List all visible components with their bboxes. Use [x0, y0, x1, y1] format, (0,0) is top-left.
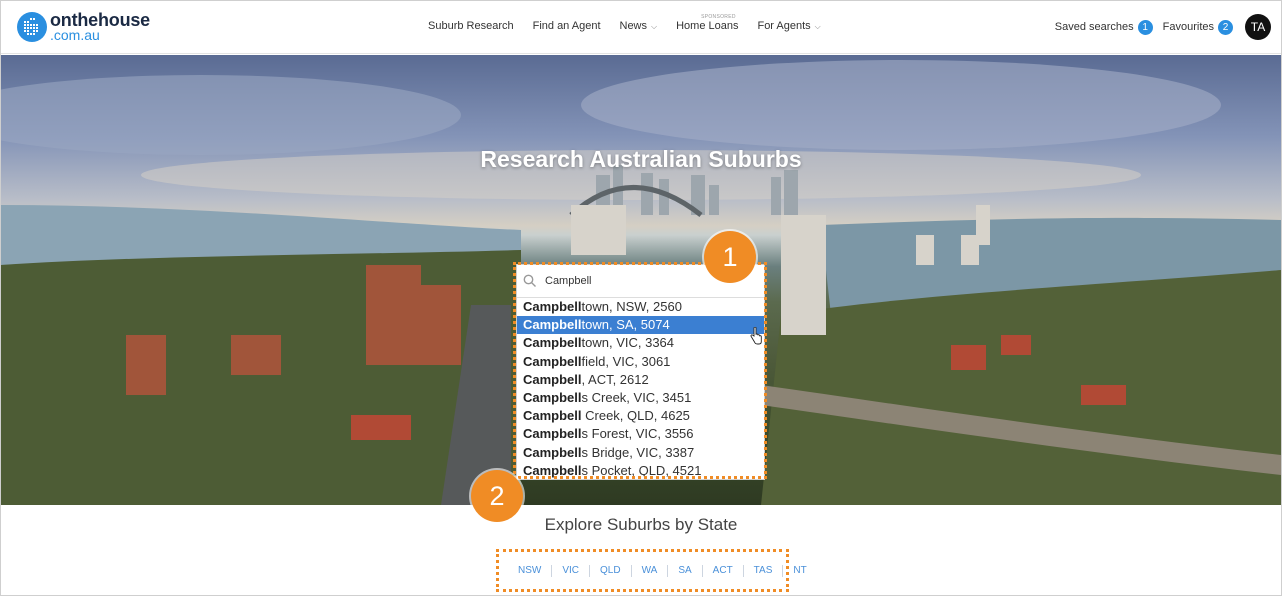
step-marker-2: 2	[471, 470, 523, 522]
nav-home-loans[interactable]: SPONSORED Home Loans	[676, 14, 739, 32]
favourites-count-badge: 2	[1218, 19, 1233, 35]
suggestion-match: Campbell	[523, 371, 582, 387]
nav-label: News	[619, 20, 648, 32]
nav-label: For Agents	[757, 20, 811, 32]
suggestion-rest: s Forest, VIC, 3556	[581, 426, 694, 442]
site-header: onthehouse .com.au Suburb Research Find …	[1, 1, 1281, 54]
suggestion-rest: s Creek, VIC, 3451	[581, 389, 692, 405]
suggestion-rest: , ACT, 2612	[581, 371, 649, 387]
suggestion-match: Campbell	[523, 317, 582, 333]
suggestion-item[interactable]: Campbelltown, NSW, 2560	[517, 298, 764, 316]
saved-searches-link[interactable]: Saved searches 1	[1054, 19, 1153, 35]
chevron-down-icon: ⌵	[814, 22, 821, 31]
suggestion-item[interactable]: Campbellfield, VIC, 3061	[517, 353, 764, 371]
state-link-wa[interactable]: WA	[632, 565, 669, 577]
state-links: NSW VIC QLD WA SA ACT TAS NT	[508, 565, 817, 577]
suggestion-match: Campbell	[523, 444, 582, 460]
user-avatar[interactable]: TA	[1245, 14, 1271, 40]
sponsored-tag: SPONSORED	[701, 14, 736, 20]
suggestion-item[interactable]: Campbells Bridge, VIC, 3387	[517, 444, 764, 462]
main-nav: Suburb Research Find an Agent News ⌵ SPON…	[428, 14, 840, 32]
hand-pointer-icon	[750, 327, 762, 345]
suggestion-item-active[interactable]: Campbelltown, SA, 5074	[517, 316, 764, 335]
suggestion-match: Campbell	[523, 335, 582, 351]
suggestion-item[interactable]: Campbells Pocket, QLD, 4521	[517, 462, 764, 480]
suggestion-rest: Creek, QLD, 4625	[581, 408, 690, 424]
suggestion-rest: field, VIC, 3061	[581, 353, 671, 369]
suggestion-match: Campbell	[523, 426, 582, 442]
state-link-nsw[interactable]: NSW	[508, 565, 553, 577]
logo[interactable]: onthehouse .com.au	[17, 11, 150, 42]
suggestion-item[interactable]: Campbells Creek, VIC, 3451	[517, 389, 764, 407]
suggestion-match: Campbell	[523, 389, 582, 405]
nav-label: Find an Agent	[532, 20, 601, 32]
suggestion-match: Campbell	[523, 353, 582, 369]
suburb-search-autocomplete: Campbelltown, NSW, 2560 Campbelltown, SA…	[516, 264, 765, 480]
suggestion-rest: s Bridge, VIC, 3387	[581, 444, 695, 460]
favourites-label: Favourites	[1162, 21, 1214, 33]
suggestion-rest: town, VIC, 3364	[581, 335, 675, 351]
logo-house-icon	[17, 11, 47, 42]
suggestion-rest: town, SA, 5074	[581, 317, 670, 333]
step-marker-1: 1	[704, 231, 756, 283]
suggestion-item[interactable]: Campbelltown, VIC, 3364	[517, 334, 764, 352]
nav-news[interactable]: News ⌵	[620, 20, 658, 32]
nav-find-an-agent[interactable]: Find an Agent	[533, 20, 601, 32]
suggestion-rest: town, NSW, 2560	[581, 299, 682, 314]
nav-for-agents[interactable]: For Agents ⌵	[757, 20, 820, 32]
suggestion-list: Campbelltown, NSW, 2560 Campbelltown, SA…	[517, 298, 764, 480]
state-link-qld[interactable]: QLD	[590, 565, 632, 577]
suggestion-item[interactable]: Campbell, ACT, 2612	[517, 371, 764, 389]
state-link-nt[interactable]: NT	[783, 565, 816, 577]
saved-searches-label: Saved searches	[1054, 21, 1134, 33]
saved-searches-count-badge: 1	[1137, 19, 1153, 35]
user-nav: Saved searches 1 Favourites 2 TA	[1055, 14, 1271, 40]
chevron-down-icon: ⌵	[651, 22, 658, 31]
favourites-link[interactable]: Favourites 2	[1162, 19, 1233, 35]
nav-label: Suburb Research	[428, 20, 514, 32]
state-link-vic[interactable]: VIC	[552, 565, 591, 577]
suggestion-match: Campbell	[523, 462, 582, 478]
suggestion-match: Campbell	[523, 408, 582, 424]
logo-domain: .com.au	[50, 27, 100, 43]
hero-title: Research Australian Suburbs	[480, 146, 802, 172]
state-link-act[interactable]: ACT	[703, 565, 744, 577]
nav-label: Home Loans	[676, 20, 739, 32]
search-icon	[523, 274, 536, 287]
hero-banner: Research Australian Suburbs Campbelltown…	[1, 55, 1281, 505]
suggestion-item[interactable]: Campbells Forest, VIC, 3556	[517, 425, 764, 443]
state-link-tas[interactable]: TAS	[744, 565, 784, 577]
explore-section-title: Explore Suburbs by State	[544, 515, 738, 534]
suggestion-item[interactable]: Campbell Creek, QLD, 4625	[517, 407, 764, 425]
state-link-sa[interactable]: SA	[668, 565, 703, 577]
suggestion-rest: s Pocket, QLD, 4521	[581, 462, 702, 478]
suggestion-match: Campbell	[523, 299, 582, 314]
nav-suburb-research[interactable]: Suburb Research	[428, 20, 514, 32]
